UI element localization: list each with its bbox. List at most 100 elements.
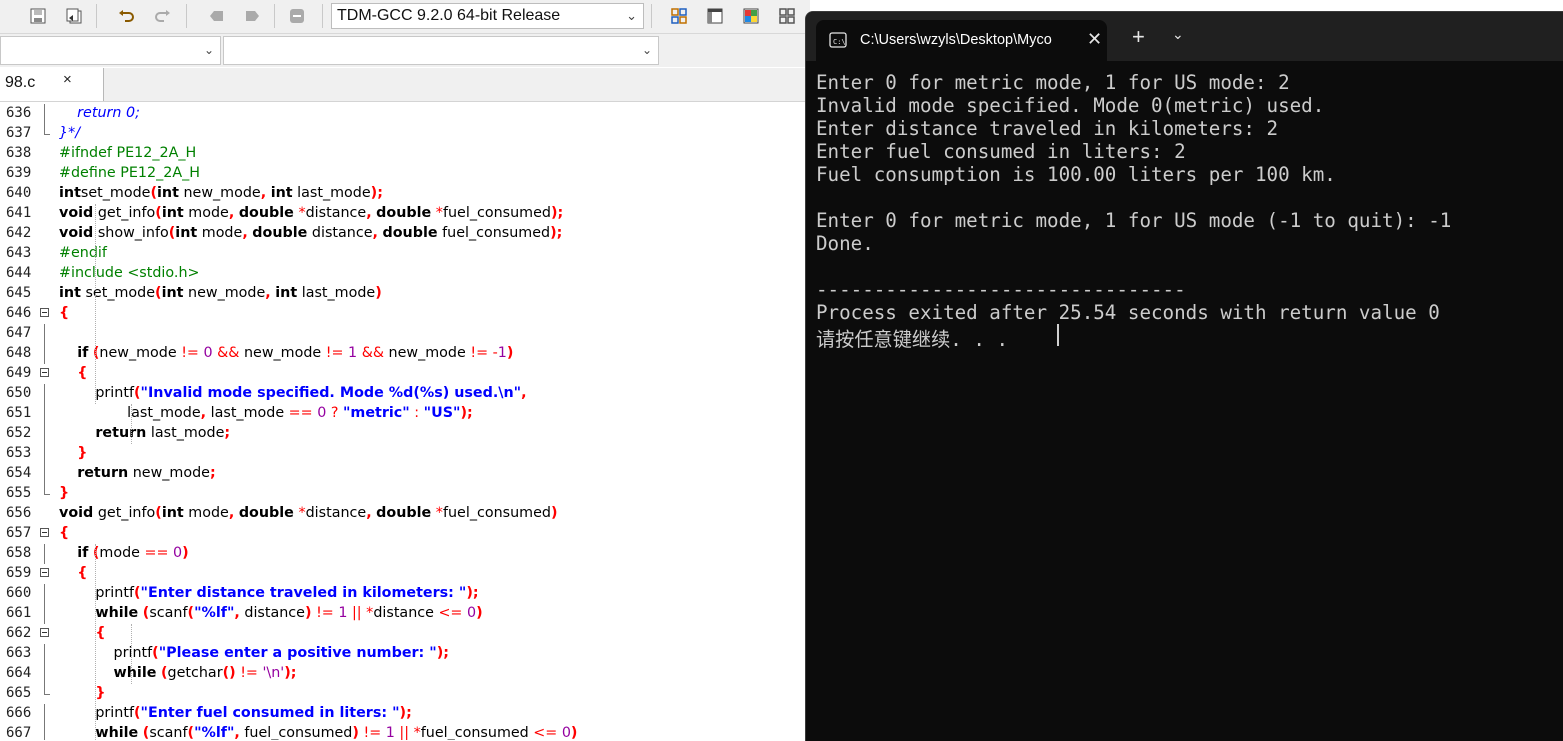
code-text: { (59, 305, 69, 321)
class-select[interactable]: ⌄ (0, 36, 221, 65)
line-number: 659 (6, 565, 32, 581)
code-token: #ifndef PE12_2A_H (59, 145, 197, 161)
terminal-tab[interactable]: C:\ C:\Users\wzyls\Desktop\Myco ✕ (816, 20, 1107, 61)
window-icon[interactable] (705, 6, 725, 26)
terminal-line: Invalid mode specified. Mode 0(metric) u… (816, 94, 1325, 117)
compiler-select[interactable]: TDM-GCC 9.2.0 64-bit Release ⌄ (331, 3, 644, 29)
code-token: mode (183, 205, 229, 221)
code-token: } (77, 445, 88, 461)
code-token: ); (399, 705, 412, 721)
comment-icon[interactable] (287, 6, 307, 26)
code-token: printf (59, 705, 134, 721)
fold-marker (40, 224, 50, 244)
console-icon: C:\ (829, 32, 847, 48)
code-token: scanf (149, 605, 188, 621)
undo-icon[interactable] (117, 6, 137, 26)
code-token: * (298, 205, 306, 221)
chevron-down-icon: ⌄ (203, 43, 214, 57)
terminal-output[interactable]: Enter 0 for metric mode, 1 for US mode: … (806, 61, 1563, 741)
color-grid-icon[interactable] (741, 6, 761, 26)
code-line: 651 last_mode, last_mode == 0 ? "metric"… (0, 404, 810, 424)
code-token: #include <stdio.h> (59, 265, 200, 281)
code-token: ; (209, 465, 216, 481)
tab-98c[interactable]: 98.c × (0, 68, 104, 101)
code-token: while (95, 605, 139, 621)
fold-toggle-icon[interactable] (40, 624, 50, 644)
code-text: #define PE12_2A_H (59, 165, 200, 181)
line-number: 664 (6, 665, 32, 681)
code-token: int (59, 185, 81, 201)
code-line: 666 printf("Enter fuel consumed in liter… (0, 704, 810, 724)
code-token: distance (307, 225, 373, 241)
code-token: printf (59, 585, 134, 601)
fold-toggle-icon[interactable] (40, 364, 50, 384)
class-toolbar: ⌄ ⌄ (0, 34, 810, 67)
code-token: distance (305, 505, 367, 521)
code-token: int (175, 225, 198, 241)
member-select[interactable]: ⌄ (223, 36, 659, 65)
code-token: double (382, 225, 438, 241)
terminal-window: C:\ C:\Users\wzyls\Desktop\Myco ✕ + ⌄ En… (805, 11, 1563, 741)
terminal-line: Fuel consumption is 100.00 liters per 10… (816, 163, 1336, 186)
new-tab-button[interactable]: + (1132, 26, 1145, 48)
code-token: != (240, 665, 258, 681)
fold-toggle-icon[interactable] (40, 304, 50, 324)
line-number: 656 (6, 505, 32, 521)
redo-icon[interactable] (152, 6, 172, 26)
code-token: ); (466, 585, 479, 601)
code-token: { (59, 525, 70, 541)
code-token: fuel_consumed (437, 225, 551, 241)
code-token: return (77, 465, 129, 481)
layout-grid-icon[interactable] (777, 6, 797, 26)
code-token: mode (99, 545, 145, 561)
code-token: <= (533, 725, 558, 740)
code-token: 0 (173, 545, 183, 561)
fold-marker (40, 644, 50, 664)
save-icon[interactable] (28, 6, 48, 26)
project-options-icon[interactable] (669, 6, 689, 26)
code-line: 667 while (scanf("%lf", fuel_consumed) !… (0, 724, 810, 740)
code-token: double (376, 505, 432, 521)
indent-icon[interactable] (206, 6, 226, 26)
code-token: fuel_consumed (442, 205, 551, 221)
chevron-down-icon[interactable]: ⌄ (1172, 26, 1184, 43)
code-token: != (181, 345, 199, 361)
code-line: 636 return 0; (0, 104, 810, 124)
line-number: 638 (6, 145, 32, 161)
save-all-icon[interactable] (64, 6, 84, 26)
code-text: #endif (59, 245, 107, 261)
code-line: 639 #define PE12_2A_H (0, 164, 810, 184)
code-editor[interactable]: 636 return 0; 637}*/638 #ifndef PE12_2A_H 6… (0, 104, 810, 740)
code-line: 664 while (getchar() != '\n'); (0, 664, 810, 684)
line-number: 646 (6, 305, 32, 321)
close-icon[interactable]: × (63, 71, 72, 88)
code-token: ) (182, 545, 189, 561)
code-token: return 0; (59, 105, 140, 121)
fold-marker (40, 544, 50, 564)
code-text: #include <stdio.h> (59, 265, 199, 281)
code-token: fuel_consumed (420, 725, 534, 740)
terminal-line: Done. (816, 232, 874, 255)
line-number: 648 (6, 345, 32, 361)
code-token: double (376, 205, 432, 221)
code-text: while (scanf("%lf", fuel_consumed) != 1 … (59, 725, 577, 740)
line-number: 639 (6, 165, 32, 181)
code-token: set_mode (80, 185, 151, 201)
code-text: intset_mode(int new_mode, int last_mode)… (59, 185, 383, 201)
code-text: last_mode, last_mode == 0 ? "metric" : "… (59, 405, 473, 421)
fold-marker (40, 384, 50, 404)
code-token: ) (570, 725, 578, 740)
fold-toggle-icon[interactable] (40, 524, 50, 544)
fold-toggle-icon[interactable] (40, 564, 50, 584)
code-text: printf("Please enter a positive number: … (59, 645, 449, 661)
code-token: last_mode (206, 405, 289, 421)
code-line: 646 { (0, 304, 810, 324)
indent-guide (95, 204, 96, 404)
code-token: || (399, 725, 410, 740)
code-token: double (238, 505, 294, 521)
code-token: "%lf" (194, 725, 235, 740)
unindent-icon[interactable] (242, 6, 262, 26)
code-line: 659 { (0, 564, 810, 584)
close-icon[interactable]: ✕ (1087, 29, 1102, 50)
